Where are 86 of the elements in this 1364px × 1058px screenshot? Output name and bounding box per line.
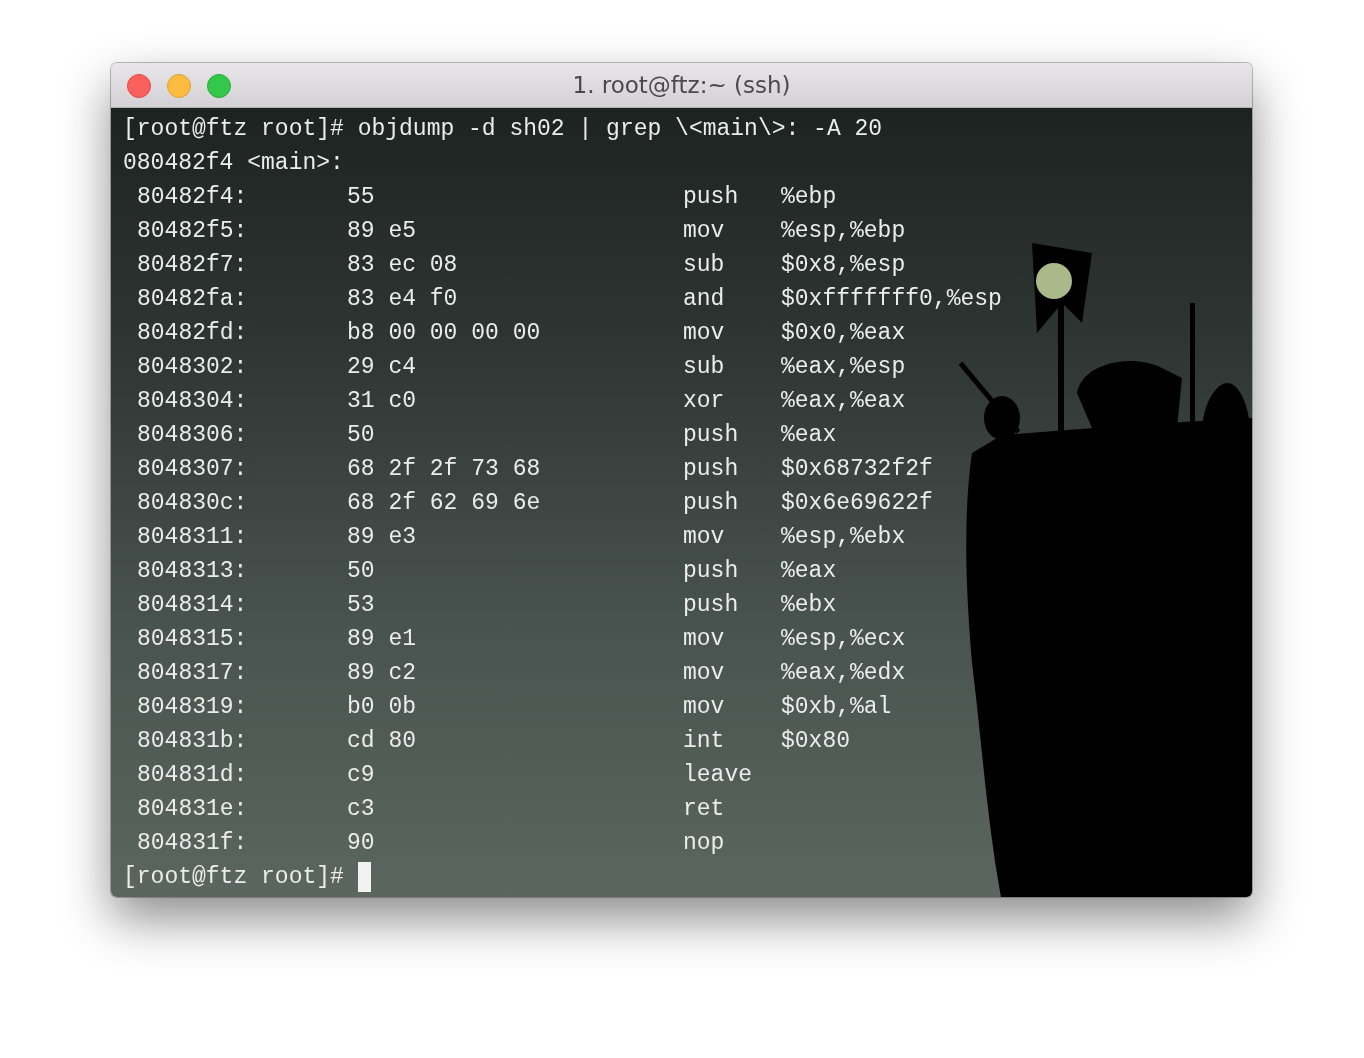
operands: %esp,%ecx (781, 625, 907, 654)
opcode-bytes: 89 e3 (347, 523, 417, 552)
mnemonic: nop (683, 829, 726, 858)
text-cursor (357, 862, 371, 892)
mnemonic: mov (683, 693, 726, 722)
function-header: 080482f4 <main>: (123, 149, 344, 178)
address: 8048314: (137, 591, 249, 620)
opcode-bytes: cd 80 (347, 727, 417, 756)
mnemonic: ret (683, 795, 726, 824)
operands: %eax,%esp (781, 353, 907, 382)
address: 804831d: (137, 761, 249, 790)
mnemonic: mov (683, 523, 726, 552)
mnemonic: push (683, 421, 740, 450)
opcode-bytes: 29 c4 (347, 353, 417, 382)
mnemonic: push (683, 591, 740, 620)
address: 8048317: (137, 659, 249, 688)
operands: %ebx (781, 591, 838, 620)
operands: %eax,%eax (781, 387, 907, 416)
operands: $0xb,%al (781, 693, 893, 722)
operands: $0x6e69622f (781, 489, 934, 518)
mnemonic: push (683, 557, 740, 586)
operands: $0x80 (781, 727, 851, 756)
mnemonic: push (683, 489, 740, 518)
mnemonic: push (683, 455, 740, 484)
prompt: [root@ftz root]# (123, 115, 344, 144)
opcode-bytes: c3 (347, 795, 376, 824)
mnemonic: mov (683, 625, 726, 654)
opcode-bytes: 50 (347, 557, 376, 586)
opcode-bytes: 89 e1 (347, 625, 417, 654)
opcode-bytes: 90 (347, 829, 376, 858)
address: 8048319: (137, 693, 249, 722)
operands: $0x8,%esp (781, 251, 907, 280)
address: 80482f7: (137, 251, 249, 280)
mnemonic: xor (683, 387, 726, 416)
opcode-bytes: 89 e5 (347, 217, 417, 246)
opcode-bytes: 83 e4 f0 (347, 285, 459, 314)
address: 804830c: (137, 489, 249, 518)
operands: %eax,%edx (781, 659, 907, 688)
address: 8048306: (137, 421, 249, 450)
operands: $0x68732f2f (781, 455, 934, 484)
command-text: objdump -d sh02 | grep \<main\>: -A 20 (357, 115, 883, 144)
opcode-bytes: b0 0b (347, 693, 417, 722)
opcode-bytes: 53 (347, 591, 376, 620)
operands: %esp,%ebp (781, 217, 907, 246)
mnemonic: mov (683, 217, 726, 246)
opcode-bytes: c9 (347, 761, 376, 790)
opcode-bytes: 50 (347, 421, 376, 450)
mnemonic: and (683, 285, 726, 314)
operands: $0xfffffff0,%esp (781, 285, 1003, 314)
opcode-bytes: 31 c0 (347, 387, 417, 416)
address: 8048315: (137, 625, 249, 654)
mnemonic: mov (683, 659, 726, 688)
mnemonic: sub (683, 353, 726, 382)
opcode-bytes: 68 2f 2f 73 68 (347, 455, 542, 484)
address: 8048302: (137, 353, 249, 382)
address: 804831f: (137, 829, 249, 858)
address: 8048311: (137, 523, 249, 552)
prompt: [root@ftz root]# (123, 863, 344, 892)
mnemonic: push (683, 183, 740, 212)
opcode-bytes: 89 c2 (347, 659, 417, 688)
mnemonic: sub (683, 251, 726, 280)
address: 8048304: (137, 387, 249, 416)
address: 80482fa: (137, 285, 249, 314)
address: 80482f5: (137, 217, 249, 246)
operands: $0x0,%eax (781, 319, 907, 348)
opcode-bytes: 83 ec 08 (347, 251, 459, 280)
mnemonic: mov (683, 319, 726, 348)
opcode-bytes: 68 2f 62 69 6e (347, 489, 542, 518)
mnemonic: leave (683, 761, 753, 790)
operands: %ebp (781, 183, 838, 212)
mnemonic: int (683, 727, 726, 756)
address: 8048313: (137, 557, 249, 586)
zoom-button[interactable] (207, 74, 231, 98)
address: 804831e: (137, 795, 249, 824)
minimize-button[interactable] (167, 74, 191, 98)
address: 80482fd: (137, 319, 249, 348)
opcode-bytes: 55 (347, 183, 376, 212)
window-title: 1. root@ftz:~ (ssh) (572, 72, 791, 98)
address: 804831b: (137, 727, 249, 756)
operands: %esp,%ebx (781, 523, 907, 552)
close-button[interactable] (127, 74, 151, 98)
address: 80482f4: (137, 183, 249, 212)
operands: %eax (781, 421, 838, 450)
operands: %eax (781, 557, 838, 586)
address: 8048307: (137, 455, 249, 484)
opcode-bytes: b8 00 00 00 00 (347, 319, 542, 348)
